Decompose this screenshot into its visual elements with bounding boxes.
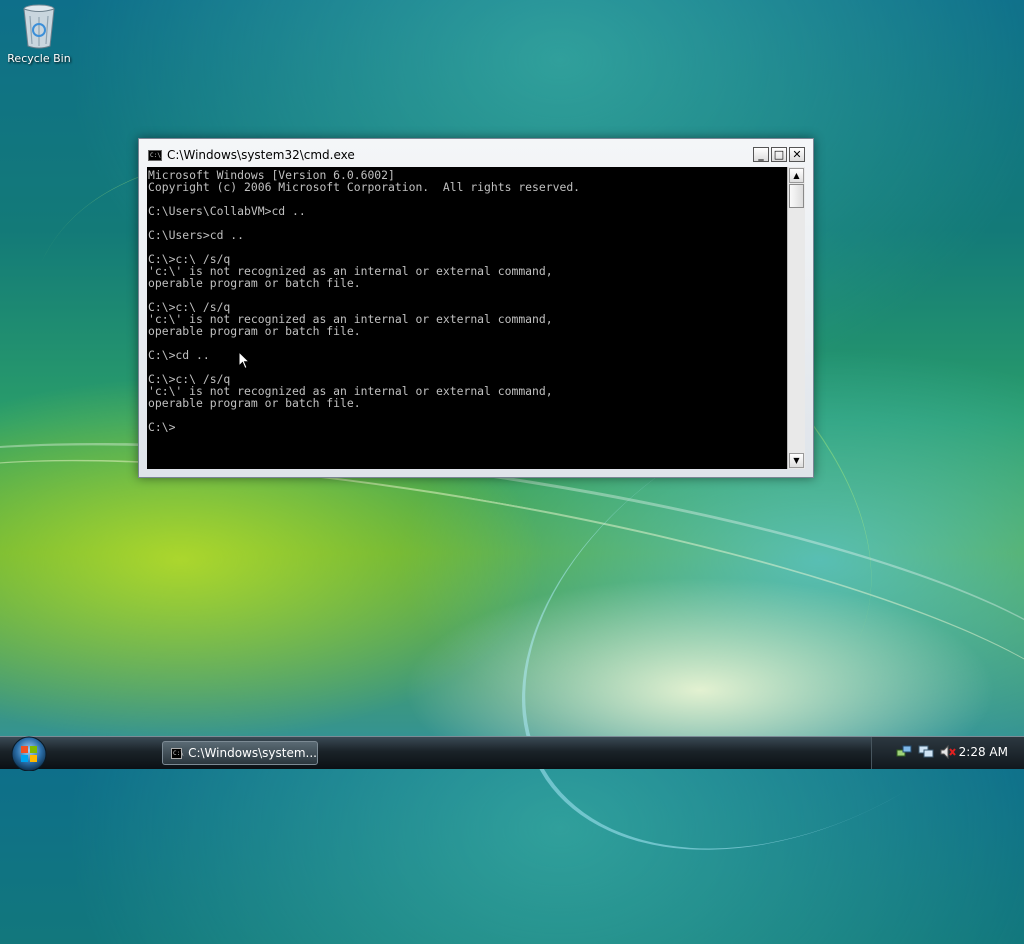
minimize-button[interactable]: _	[753, 147, 769, 162]
taskbar-button-label: C:\Windows\system...	[188, 746, 317, 760]
window-title: C:\Windows\system32\cmd.exe	[167, 148, 355, 162]
network-icon[interactable]	[896, 745, 912, 759]
display-icon[interactable]	[918, 745, 934, 759]
console-area[interactable]: Microsoft Windows [Version 6.0.6002] Cop…	[147, 167, 787, 469]
taskbar-button-cmd[interactable]: C:\ C:\Windows\system...	[162, 741, 318, 765]
console-icon: C:\	[171, 747, 184, 759]
clock[interactable]: 2:28 AM	[959, 745, 1008, 759]
console-output: Microsoft Windows [Version 6.0.6002] Cop…	[148, 168, 581, 434]
scroll-up-icon[interactable]: ▲	[789, 168, 804, 183]
volume-muted-icon[interactable]	[940, 745, 956, 759]
desktop-icon-recycle-bin[interactable]: Recycle Bin	[4, 2, 74, 65]
recycle-bin-icon	[23, 4, 55, 49]
mouse-cursor-icon	[238, 351, 250, 370]
desktop-icon-label: Recycle Bin	[7, 52, 71, 65]
scroll-down-icon[interactable]: ▼	[789, 453, 804, 468]
start-button[interactable]	[6, 735, 52, 771]
title-bar[interactable]: C:\ C:\Windows\system32\cmd.exe _ □ ✕	[145, 147, 807, 165]
vertical-scrollbar[interactable]: ▲ ▼	[787, 167, 805, 469]
console-icon: C:\	[148, 150, 162, 161]
close-button[interactable]: ✕	[789, 147, 805, 162]
scroll-thumb[interactable]	[789, 184, 804, 208]
maximize-button[interactable]: □	[771, 147, 787, 162]
taskbar: C:\ C:\Windows\system... 2:28 AM	[0, 735, 1024, 771]
cmd-window[interactable]: C:\ C:\Windows\system32\cmd.exe _ □ ✕ Mi…	[138, 138, 814, 478]
system-tray: 2:28 AM	[871, 737, 1024, 769]
